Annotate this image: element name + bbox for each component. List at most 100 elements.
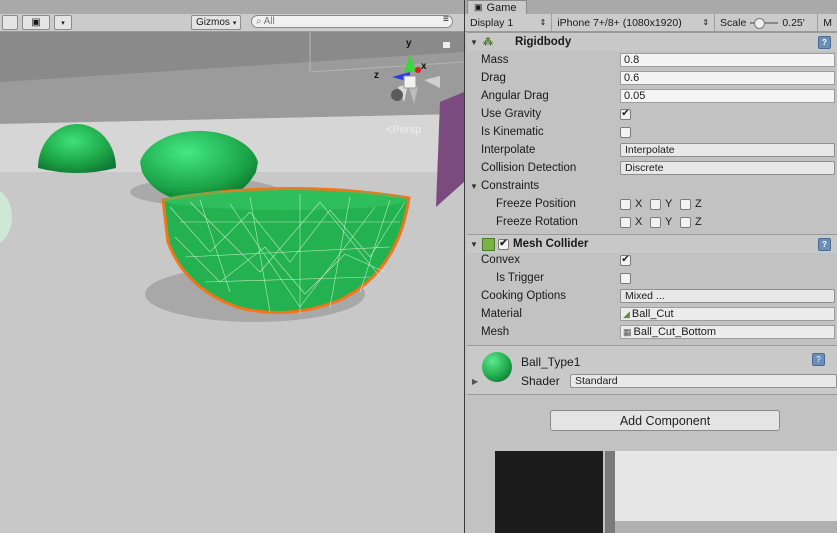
game-view-dark-block — [495, 451, 603, 533]
axis-y-label: Y — [665, 198, 673, 210]
collision-detection-label: Collision Detection — [481, 162, 577, 174]
help-icon[interactable]: ? — [812, 353, 825, 366]
collision-detection-row: Collision Detection Discrete — [467, 159, 837, 177]
scene-viewport[interactable] — [0, 32, 464, 533]
rigidbody-title: Rigidbody — [515, 36, 572, 48]
game-inspector-panel: ▣ Game Display 1 ⇕ iPhone 7+/8+ (1080x19… — [465, 0, 837, 533]
up-down-icon: ⇕ — [539, 18, 547, 27]
lock-icon[interactable] — [443, 42, 450, 48]
gizmos-dropdown[interactable]: Gizmos ▾ — [191, 15, 242, 30]
scale-value: 0.25' — [782, 16, 805, 29]
scene-view-panel[interactable]: ▣ ▾ Gizmos ▾ ⌕ All ≡ y x z <Persp — [0, 0, 464, 533]
foldout-closed-icon[interactable]: ▶ — [472, 377, 478, 386]
game-toolbar: Display 1 ⇕ iPhone 7+/8+ (1080x1920) ⇕ S… — [465, 14, 837, 32]
search-placeholder: All — [263, 16, 275, 27]
constraints-row[interactable]: ▼ Constraints — [467, 177, 837, 195]
drag-field[interactable]: 0.6 — [620, 71, 835, 85]
audio-toggle[interactable] — [2, 15, 18, 30]
scene-tab-strip — [0, 0, 464, 14]
mesh-row: Mesh ▦ Ball_Cut_Bottom — [467, 323, 837, 341]
material-object-field[interactable]: ◢ Ball_Cut — [620, 307, 835, 321]
maximize-label: M — [823, 16, 832, 29]
freeze-rotation-label: Freeze Rotation — [496, 216, 578, 228]
shader-dropdown[interactable]: Standard — [570, 374, 837, 388]
mesh-object-field[interactable]: ▦ Ball_Cut_Bottom — [620, 325, 835, 339]
cooking-options-label: Cooking Options — [481, 290, 567, 302]
cooking-options-value: Mixed ... — [625, 290, 665, 302]
is-kinematic-checkbox[interactable] — [620, 126, 631, 138]
freeze-rotation-row: Freeze Rotation X Y Z — [467, 213, 837, 231]
checkmark-icon: ✔ — [621, 254, 630, 265]
interpolate-value: Interpolate — [625, 144, 675, 156]
interpolate-row: Interpolate Interpolate — [467, 141, 837, 159]
inspector-components: ▼ ⁂ Rigidbody ? Mass 0.8 Drag 0.6 Angula… — [467, 32, 837, 452]
axis-y-label: Y — [665, 216, 673, 228]
projection-label[interactable]: <Persp — [386, 124, 421, 136]
mesh-collider-icon — [482, 237, 495, 251]
mesh-label: Mesh — [481, 326, 510, 338]
convex-row: Convex ✔ — [467, 251, 837, 269]
material-row: Material ◢ Ball_Cut — [467, 305, 837, 323]
panel-menu-icon[interactable]: ≡ — [443, 14, 449, 25]
freeze-position-x-checkbox[interactable] — [620, 198, 631, 210]
use-gravity-row: Use Gravity ✔ — [467, 105, 837, 123]
freeze-position-y-checkbox[interactable] — [650, 198, 661, 210]
resolution-dropdown[interactable]: iPhone 7+/8+ (1080x1920) ⇕ — [552, 14, 716, 31]
checkmark-icon: ✔ — [621, 108, 630, 119]
foldout-open-icon[interactable]: ▼ — [470, 38, 478, 47]
material-value: Ball_Cut — [631, 308, 674, 320]
gizmo-z-label: z — [374, 70, 379, 81]
tab-game[interactable]: ▣ Game — [467, 0, 528, 14]
chevron-down-icon: ▾ — [232, 19, 237, 27]
is-kinematic-row: Is Kinematic — [467, 123, 837, 141]
foldout-open-icon[interactable]: ▼ — [470, 182, 478, 191]
tab-strip: ▣ Game — [465, 0, 837, 14]
mass-label: Mass — [481, 54, 509, 66]
interpolate-dropdown[interactable]: Interpolate — [620, 143, 835, 157]
material-label: Material — [481, 308, 522, 320]
image-effects-button[interactable]: ▣ — [22, 15, 50, 30]
mesh-collider-enabled-checkbox[interactable]: ✔ — [498, 238, 509, 250]
rigidbody-header[interactable]: ▼ ⁂ Rigidbody ? — [467, 32, 837, 51]
convex-checkbox[interactable]: ✔ — [620, 254, 631, 266]
slider-thumb[interactable] — [754, 17, 766, 29]
gizmos-label: Gizmos — [196, 17, 230, 28]
freeze-rotation-y-checkbox[interactable] — [650, 216, 661, 228]
freeze-position-z-checkbox[interactable] — [680, 198, 691, 210]
chevron-down-icon: ▾ — [61, 19, 65, 27]
angular-drag-field[interactable]: 0.05 — [620, 89, 835, 103]
add-component-button[interactable]: Add Component — [550, 410, 780, 431]
bowl-rim — [164, 190, 408, 210]
material-preview-sphere[interactable] — [482, 352, 512, 382]
material-name: Ball_Type1 — [521, 355, 581, 369]
convex-label: Convex — [481, 254, 520, 266]
persp-text: Persp — [392, 124, 422, 136]
maximize-toggle[interactable]: M — [818, 14, 837, 31]
game-view-floor — [615, 521, 837, 533]
freeze-rotation-x-checkbox[interactable] — [620, 216, 631, 228]
shader-value: Standard — [575, 375, 618, 387]
scale-slider[interactable] — [750, 17, 779, 29]
tab-game-label: Game — [486, 1, 517, 14]
effects-dropdown[interactable]: ▾ — [54, 15, 72, 30]
scene-search-input[interactable]: ⌕ All — [251, 15, 453, 28]
is-trigger-checkbox[interactable] — [620, 272, 631, 284]
collision-detection-dropdown[interactable]: Discrete — [620, 161, 835, 175]
drag-label: Drag — [481, 72, 506, 84]
display-dropdown[interactable]: Display 1 ⇕ — [465, 14, 553, 31]
cooking-options-dropdown[interactable]: Mixed ... — [620, 289, 835, 303]
angular-drag-row: Angular Drag 0.05 — [467, 87, 837, 105]
foldout-open-icon[interactable]: ▼ — [470, 240, 478, 249]
gizmo-center-cube[interactable] — [403, 75, 417, 89]
help-icon[interactable]: ? — [818, 237, 831, 251]
help-icon[interactable]: ? — [818, 35, 831, 49]
mass-field[interactable]: 0.8 — [620, 53, 835, 67]
scale-control[interactable]: Scale 0.25' — [715, 14, 819, 31]
checkmark-icon: ✔ — [499, 238, 508, 249]
use-gravity-checkbox[interactable]: ✔ — [620, 108, 631, 120]
freeze-rotation-z-checkbox[interactable] — [680, 216, 691, 228]
game-view-light-area — [615, 451, 837, 521]
use-gravity-label: Use Gravity — [481, 108, 542, 120]
search-icon: ⌕ — [256, 16, 262, 27]
is-kinematic-label: Is Kinematic — [481, 126, 544, 138]
